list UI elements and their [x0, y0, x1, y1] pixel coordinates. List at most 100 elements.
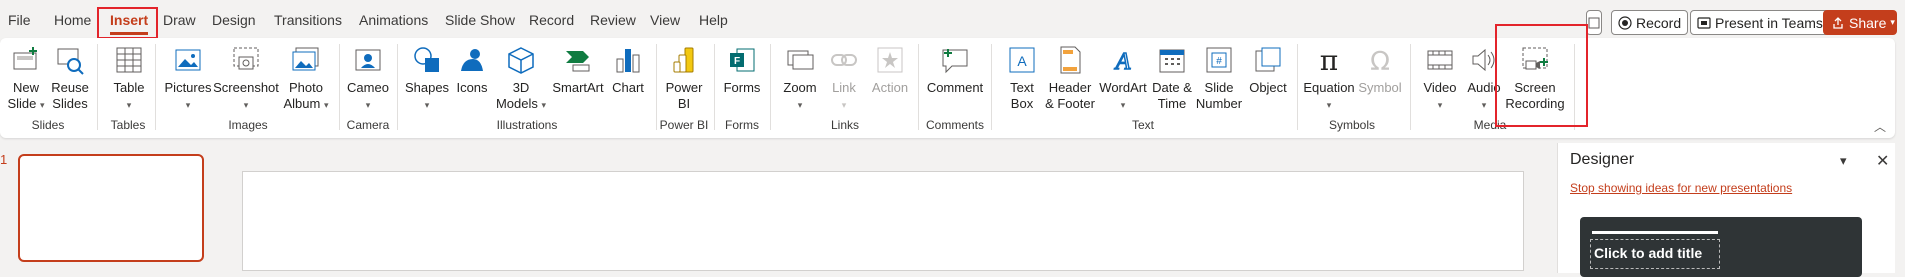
video-button[interactable]: Video ▾	[1422, 44, 1458, 112]
group-label-slides: Slides	[31, 118, 65, 132]
designer-pane: Designer ▾ ✕ Stop showing ideas for new …	[1557, 143, 1895, 277]
chevron-down-icon[interactable]: ▾	[1840, 153, 1847, 169]
tab-record[interactable]: Record	[529, 12, 574, 28]
header-footer-button[interactable]: Header & Footer	[1045, 44, 1095, 112]
wordart-label: WordArt	[1099, 80, 1147, 95]
card-title-bar	[1592, 231, 1718, 234]
group-label-images: Images	[228, 118, 268, 132]
svg-text:F: F	[734, 56, 740, 67]
collapse-ribbon-icon[interactable]: ︿	[1874, 118, 1886, 135]
comment-label: Comment	[926, 80, 984, 95]
designer-title: Designer	[1570, 151, 1635, 168]
slide-thumbnail[interactable]	[18, 154, 204, 262]
svg-text:A: A	[1017, 53, 1027, 69]
chart-icon	[612, 44, 644, 76]
link-button[interactable]: Link ▾	[826, 44, 862, 112]
group-label-camera: Camera	[346, 118, 390, 132]
share-icon	[1833, 16, 1843, 29]
screenshot-button[interactable]: Screenshot ▾	[213, 44, 279, 112]
smartart-icon	[562, 44, 594, 76]
cameo-icon	[352, 44, 384, 76]
pictures-label: Pictures	[164, 80, 212, 95]
record-label: Record	[1636, 14, 1682, 31]
group-label-comments: Comments	[925, 118, 985, 132]
share-button[interactable]: Share ▾	[1823, 10, 1897, 35]
symbol-button[interactable]: Ω Symbol	[1358, 44, 1402, 96]
menu-bar: File Home Insert Draw Design Transitions…	[0, 0, 1905, 42]
reuse-slides-button[interactable]: Reuse Slides	[51, 44, 89, 112]
slide-canvas[interactable]	[242, 171, 1524, 271]
zoom-label: Zoom	[783, 80, 817, 95]
tab-draw[interactable]: Draw	[163, 12, 196, 28]
tab-animations[interactable]: Animations	[359, 12, 428, 28]
photo-album-label-1: Photo	[289, 80, 323, 95]
shapes-button[interactable]: Shapes ▾	[404, 44, 450, 112]
text-box-button[interactable]: A Text Box	[1004, 44, 1040, 112]
power-bi-button[interactable]: Power BI	[664, 44, 704, 112]
group-label-links: Links	[830, 118, 860, 132]
slide-number-label-1: Slide	[1204, 80, 1234, 95]
group-label-illustrations: Illustrations	[496, 118, 558, 132]
symbol-label: Symbol	[1358, 80, 1402, 95]
slide-number-button[interactable]: # Slide Number	[1196, 44, 1242, 112]
text-box-icon: A	[1006, 44, 1038, 76]
link-icon	[828, 44, 860, 76]
icons-button[interactable]: Icons	[454, 44, 490, 96]
equation-button[interactable]: π Equation ▾	[1302, 44, 1356, 112]
chart-button[interactable]: Chart	[610, 44, 646, 96]
tab-help[interactable]: Help	[699, 12, 728, 28]
tab-design[interactable]: Design	[212, 12, 256, 28]
header-footer-label-1: Header	[1048, 80, 1092, 95]
power-bi-label-1: Power	[665, 80, 703, 95]
action-button[interactable]: Action	[870, 44, 910, 96]
teams-icon	[1697, 16, 1711, 29]
group-divider	[918, 44, 919, 130]
forms-button[interactable]: F Forms	[722, 44, 762, 96]
header-footer-label-2: & Footer	[1045, 96, 1095, 111]
present-label: Present in Teams	[1715, 14, 1823, 31]
shapes-label: Shapes	[404, 80, 450, 95]
photo-album-label-2: Album	[283, 96, 321, 111]
comment-button[interactable]: Comment	[926, 44, 984, 96]
group-label-text: Text	[1131, 118, 1155, 132]
3d-models-button[interactable]: 3D Models ▾	[496, 44, 546, 112]
object-button[interactable]: Object	[1248, 44, 1288, 96]
forms-icon: F	[726, 44, 758, 76]
stop-showing-ideas-link[interactable]: Stop showing ideas for new presentations	[1570, 181, 1792, 195]
group-divider	[97, 44, 98, 130]
present-in-teams-button[interactable]: Present in Teams	[1690, 10, 1830, 35]
window-icon[interactable]	[1586, 10, 1602, 35]
tab-file[interactable]: File	[8, 12, 31, 28]
close-icon[interactable]: ✕	[1876, 151, 1889, 171]
slide-number-label-2: Number	[1195, 96, 1243, 111]
calendar-icon	[1156, 44, 1188, 76]
table-button[interactable]: Table ▾	[112, 44, 146, 112]
group-label-tables: Tables	[110, 118, 146, 132]
date-time-label-2: Time	[1157, 96, 1187, 111]
smartart-button[interactable]: SmartArt	[550, 44, 606, 96]
tab-home[interactable]: Home	[54, 12, 91, 28]
date-time-button[interactable]: Date & Time	[1152, 44, 1192, 112]
new-slide-button[interactable]: New Slide ▾	[7, 44, 45, 112]
power-bi-label-2: BI	[677, 96, 691, 111]
photo-album-button[interactable]: Photo Album ▾	[282, 44, 330, 112]
tab-review[interactable]: Review	[590, 12, 636, 28]
svg-text:π: π	[1320, 45, 1338, 75]
design-idea-card[interactable]: Click to add title	[1580, 217, 1862, 277]
tab-transitions[interactable]: Transitions	[274, 12, 342, 28]
pictures-icon	[172, 44, 204, 76]
cameo-button[interactable]: Cameo ▾	[347, 44, 389, 112]
chevron-down-icon: ▾	[1890, 17, 1895, 27]
chart-label: Chart	[612, 80, 644, 95]
tab-slide-show[interactable]: Slide Show	[445, 12, 515, 28]
comment-icon	[939, 44, 971, 76]
table-label: Table	[113, 80, 145, 95]
tab-view[interactable]: View	[650, 12, 680, 28]
zoom-button[interactable]: Zoom ▾	[782, 44, 818, 112]
wordart-button[interactable]: A WordArt ▾	[1099, 44, 1147, 112]
new-slide-icon	[10, 44, 42, 76]
pictures-button[interactable]: Pictures ▾	[164, 44, 212, 112]
record-button[interactable]: Record	[1611, 10, 1689, 35]
smartart-label: SmartArt	[552, 80, 604, 95]
photo-album-icon	[290, 44, 322, 76]
